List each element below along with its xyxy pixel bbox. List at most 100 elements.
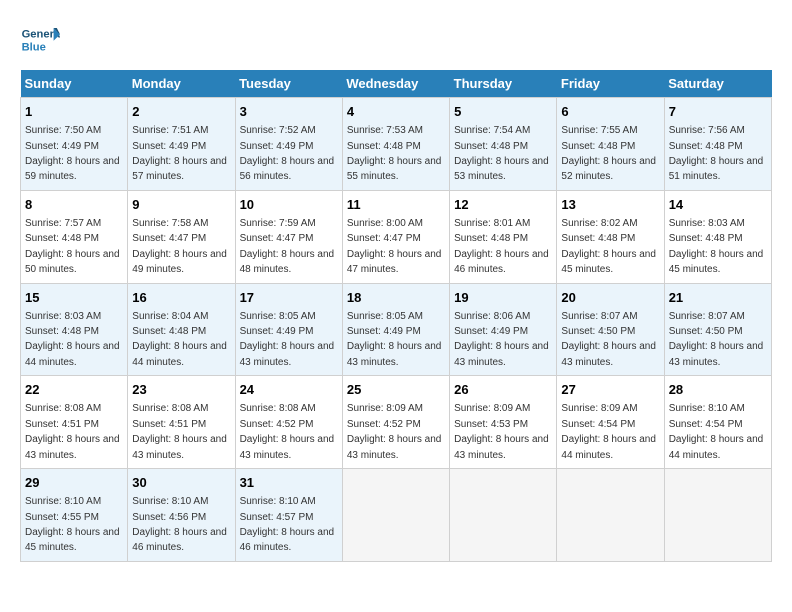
calendar-cell: [342, 469, 449, 562]
day-info: Sunrise: 8:10 AMSunset: 4:54 PMDaylight:…: [669, 403, 764, 460]
calendar-week-row: 1 Sunrise: 7:50 AMSunset: 4:49 PMDayligh…: [21, 98, 772, 191]
day-info: Sunrise: 8:09 AMSunset: 4:52 PMDaylight:…: [347, 403, 442, 460]
calendar-cell: 30 Sunrise: 8:10 AMSunset: 4:56 PMDaylig…: [128, 469, 235, 562]
day-info: Sunrise: 8:07 AMSunset: 4:50 PMDaylight:…: [669, 311, 764, 368]
calendar-table: SundayMondayTuesdayWednesdayThursdayFrid…: [20, 70, 772, 562]
svg-text:Blue: Blue: [22, 41, 46, 53]
weekday-header: Saturday: [664, 70, 771, 98]
day-number: 8: [25, 196, 123, 214]
day-info: Sunrise: 8:05 AMSunset: 4:49 PMDaylight:…: [240, 311, 335, 368]
calendar-cell: 12 Sunrise: 8:01 AMSunset: 4:48 PMDaylig…: [450, 190, 557, 283]
day-info: Sunrise: 7:56 AMSunset: 4:48 PMDaylight:…: [669, 125, 764, 182]
day-number: 12: [454, 196, 552, 214]
calendar-cell: 16 Sunrise: 8:04 AMSunset: 4:48 PMDaylig…: [128, 283, 235, 376]
day-number: 30: [132, 474, 230, 492]
calendar-cell: [557, 469, 664, 562]
day-number: 5: [454, 103, 552, 121]
day-number: 28: [669, 381, 767, 399]
day-info: Sunrise: 8:01 AMSunset: 4:48 PMDaylight:…: [454, 218, 549, 275]
day-number: 13: [561, 196, 659, 214]
day-number: 23: [132, 381, 230, 399]
day-number: 17: [240, 289, 338, 307]
calendar-cell: 7 Sunrise: 7:56 AMSunset: 4:48 PMDayligh…: [664, 98, 771, 191]
day-number: 4: [347, 103, 445, 121]
calendar-cell: 4 Sunrise: 7:53 AMSunset: 4:48 PMDayligh…: [342, 98, 449, 191]
day-number: 11: [347, 196, 445, 214]
day-number: 20: [561, 289, 659, 307]
day-number: 2: [132, 103, 230, 121]
day-number: 18: [347, 289, 445, 307]
day-info: Sunrise: 7:52 AMSunset: 4:49 PMDaylight:…: [240, 125, 335, 182]
day-info: Sunrise: 8:09 AMSunset: 4:53 PMDaylight:…: [454, 403, 549, 460]
day-number: 1: [25, 103, 123, 121]
weekday-header: Thursday: [450, 70, 557, 98]
weekday-header: Tuesday: [235, 70, 342, 98]
day-number: 14: [669, 196, 767, 214]
day-info: Sunrise: 7:51 AMSunset: 4:49 PMDaylight:…: [132, 125, 227, 182]
day-number: 26: [454, 381, 552, 399]
calendar-cell: 25 Sunrise: 8:09 AMSunset: 4:52 PMDaylig…: [342, 376, 449, 469]
day-number: 22: [25, 381, 123, 399]
day-info: Sunrise: 8:03 AMSunset: 4:48 PMDaylight:…: [25, 311, 120, 368]
day-info: Sunrise: 7:55 AMSunset: 4:48 PMDaylight:…: [561, 125, 656, 182]
day-info: Sunrise: 7:57 AMSunset: 4:48 PMDaylight:…: [25, 218, 120, 275]
day-info: Sunrise: 8:04 AMSunset: 4:48 PMDaylight:…: [132, 311, 227, 368]
day-info: Sunrise: 8:07 AMSunset: 4:50 PMDaylight:…: [561, 311, 656, 368]
day-number: 7: [669, 103, 767, 121]
calendar-cell: 28 Sunrise: 8:10 AMSunset: 4:54 PMDaylig…: [664, 376, 771, 469]
weekday-header: Friday: [557, 70, 664, 98]
day-number: 6: [561, 103, 659, 121]
day-info: Sunrise: 7:58 AMSunset: 4:47 PMDaylight:…: [132, 218, 227, 275]
calendar-cell: 3 Sunrise: 7:52 AMSunset: 4:49 PMDayligh…: [235, 98, 342, 191]
day-info: Sunrise: 8:10 AMSunset: 4:56 PMDaylight:…: [132, 496, 227, 553]
day-info: Sunrise: 8:08 AMSunset: 4:52 PMDaylight:…: [240, 403, 335, 460]
calendar-cell: [450, 469, 557, 562]
day-number: 21: [669, 289, 767, 307]
day-number: 25: [347, 381, 445, 399]
calendar-cell: 13 Sunrise: 8:02 AMSunset: 4:48 PMDaylig…: [557, 190, 664, 283]
day-number: 10: [240, 196, 338, 214]
day-info: Sunrise: 8:10 AMSunset: 4:57 PMDaylight:…: [240, 496, 335, 553]
day-number: 15: [25, 289, 123, 307]
day-number: 29: [25, 474, 123, 492]
day-info: Sunrise: 8:08 AMSunset: 4:51 PMDaylight:…: [132, 403, 227, 460]
day-info: Sunrise: 8:05 AMSunset: 4:49 PMDaylight:…: [347, 311, 442, 368]
calendar-cell: 17 Sunrise: 8:05 AMSunset: 4:49 PMDaylig…: [235, 283, 342, 376]
day-info: Sunrise: 8:06 AMSunset: 4:49 PMDaylight:…: [454, 311, 549, 368]
calendar-cell: 23 Sunrise: 8:08 AMSunset: 4:51 PMDaylig…: [128, 376, 235, 469]
day-info: Sunrise: 8:02 AMSunset: 4:48 PMDaylight:…: [561, 218, 656, 275]
calendar-cell: 15 Sunrise: 8:03 AMSunset: 4:48 PMDaylig…: [21, 283, 128, 376]
day-info: Sunrise: 7:59 AMSunset: 4:47 PMDaylight:…: [240, 218, 335, 275]
calendar-cell: 9 Sunrise: 7:58 AMSunset: 4:47 PMDayligh…: [128, 190, 235, 283]
calendar-cell: 5 Sunrise: 7:54 AMSunset: 4:48 PMDayligh…: [450, 98, 557, 191]
day-info: Sunrise: 7:50 AMSunset: 4:49 PMDaylight:…: [25, 125, 120, 182]
day-number: 31: [240, 474, 338, 492]
calendar-cell: 20 Sunrise: 8:07 AMSunset: 4:50 PMDaylig…: [557, 283, 664, 376]
day-number: 27: [561, 381, 659, 399]
calendar-cell: 31 Sunrise: 8:10 AMSunset: 4:57 PMDaylig…: [235, 469, 342, 562]
calendar-week-row: 29 Sunrise: 8:10 AMSunset: 4:55 PMDaylig…: [21, 469, 772, 562]
calendar-cell: 1 Sunrise: 7:50 AMSunset: 4:49 PMDayligh…: [21, 98, 128, 191]
calendar-cell: 6 Sunrise: 7:55 AMSunset: 4:48 PMDayligh…: [557, 98, 664, 191]
calendar-week-row: 15 Sunrise: 8:03 AMSunset: 4:48 PMDaylig…: [21, 283, 772, 376]
calendar-cell: 21 Sunrise: 8:07 AMSunset: 4:50 PMDaylig…: [664, 283, 771, 376]
calendar-week-row: 22 Sunrise: 8:08 AMSunset: 4:51 PMDaylig…: [21, 376, 772, 469]
calendar-cell: 19 Sunrise: 8:06 AMSunset: 4:49 PMDaylig…: [450, 283, 557, 376]
calendar-week-row: 8 Sunrise: 7:57 AMSunset: 4:48 PMDayligh…: [21, 190, 772, 283]
weekday-header: Monday: [128, 70, 235, 98]
logo: General Blue: [20, 20, 64, 60]
day-number: 9: [132, 196, 230, 214]
calendar-cell: 10 Sunrise: 7:59 AMSunset: 4:47 PMDaylig…: [235, 190, 342, 283]
day-info: Sunrise: 8:08 AMSunset: 4:51 PMDaylight:…: [25, 403, 120, 460]
day-info: Sunrise: 8:00 AMSunset: 4:47 PMDaylight:…: [347, 218, 442, 275]
day-number: 19: [454, 289, 552, 307]
day-info: Sunrise: 7:54 AMSunset: 4:48 PMDaylight:…: [454, 125, 549, 182]
day-info: Sunrise: 8:03 AMSunset: 4:48 PMDaylight:…: [669, 218, 764, 275]
calendar-cell: 26 Sunrise: 8:09 AMSunset: 4:53 PMDaylig…: [450, 376, 557, 469]
calendar-cell: 2 Sunrise: 7:51 AMSunset: 4:49 PMDayligh…: [128, 98, 235, 191]
calendar-cell: [664, 469, 771, 562]
page-header: General Blue: [20, 20, 772, 60]
day-info: Sunrise: 8:09 AMSunset: 4:54 PMDaylight:…: [561, 403, 656, 460]
weekday-header: Sunday: [21, 70, 128, 98]
calendar-cell: 27 Sunrise: 8:09 AMSunset: 4:54 PMDaylig…: [557, 376, 664, 469]
